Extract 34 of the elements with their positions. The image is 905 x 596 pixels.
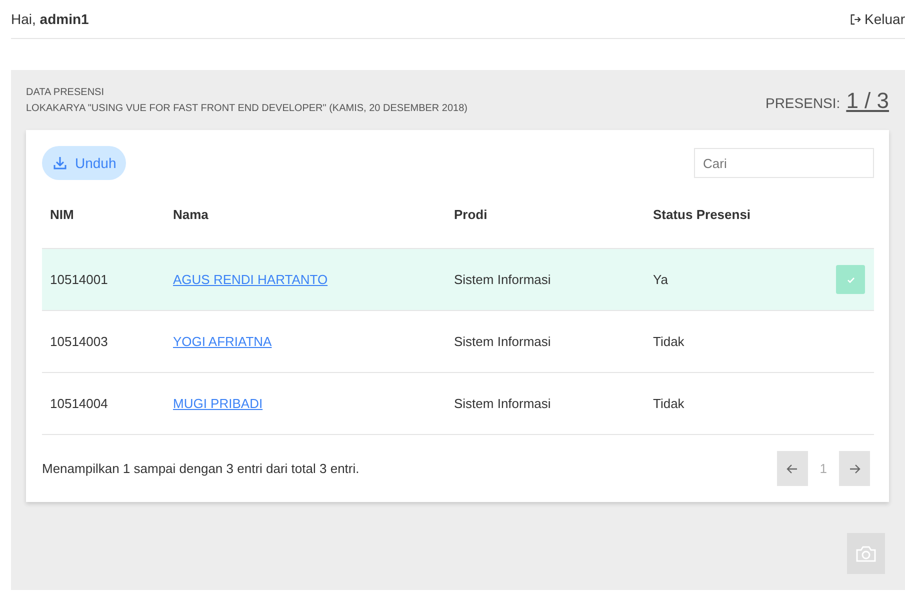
table-cell-text: Sistem Informasi xyxy=(454,334,552,349)
count-label: PRESENSI: xyxy=(765,95,840,111)
attendance-count: 1 / 3 xyxy=(846,88,889,114)
arrow-right-icon xyxy=(848,462,860,474)
table-cell-text: 10514003 xyxy=(50,334,109,349)
column-header: Status Presensi xyxy=(653,206,752,222)
table-cell-text: 10514004 xyxy=(50,396,109,411)
table-cell-text: Tidak xyxy=(653,334,686,349)
table-cell-text: Ya xyxy=(653,272,669,287)
table-cell-text: Tidak xyxy=(653,396,686,411)
greeting: Hai, admin1 xyxy=(11,11,89,27)
panel-title: DATA PRESENSI xyxy=(26,87,105,98)
table-cell-text: 10514001 xyxy=(50,272,109,287)
download-icon xyxy=(53,156,67,170)
student-name-link[interactable]: YOGI AFRIATNA xyxy=(173,334,272,349)
panel-subtitle: LOKAKARYA "USING VUE FOR FAST FRONT END DEVELOPER" (KAMIS, 20 DESEMBER 2018) xyxy=(26,103,468,114)
download-button[interactable]: Unduh xyxy=(42,146,126,180)
search-field[interactable]: Cari xyxy=(694,148,874,178)
previous-page-button[interactable] xyxy=(776,451,808,486)
column-header: Prodi xyxy=(454,206,488,222)
table-cell-text: Sistem Informasi xyxy=(454,272,552,287)
student-name-link[interactable]: AGUS RENDI HARTANTO xyxy=(173,272,328,287)
next-page-button[interactable] xyxy=(839,451,870,486)
column-header: NIM xyxy=(50,206,75,222)
column-header: Nama xyxy=(173,206,210,222)
camera-icon xyxy=(855,544,877,562)
page-number[interactable]: 1 xyxy=(820,461,827,476)
logout-icon xyxy=(850,14,861,24)
arrow-left-icon xyxy=(786,462,798,474)
entries-info: Menampilkan 1 sampai dengan 3 entri dari total 3 entri. xyxy=(42,461,360,476)
camera-button[interactable] xyxy=(847,533,885,574)
table-cell-text: Sistem Informasi xyxy=(454,396,552,411)
logout-link[interactable]: Keluar xyxy=(850,11,905,27)
student-name-link[interactable]: MUGI PRIBADI xyxy=(173,396,263,411)
